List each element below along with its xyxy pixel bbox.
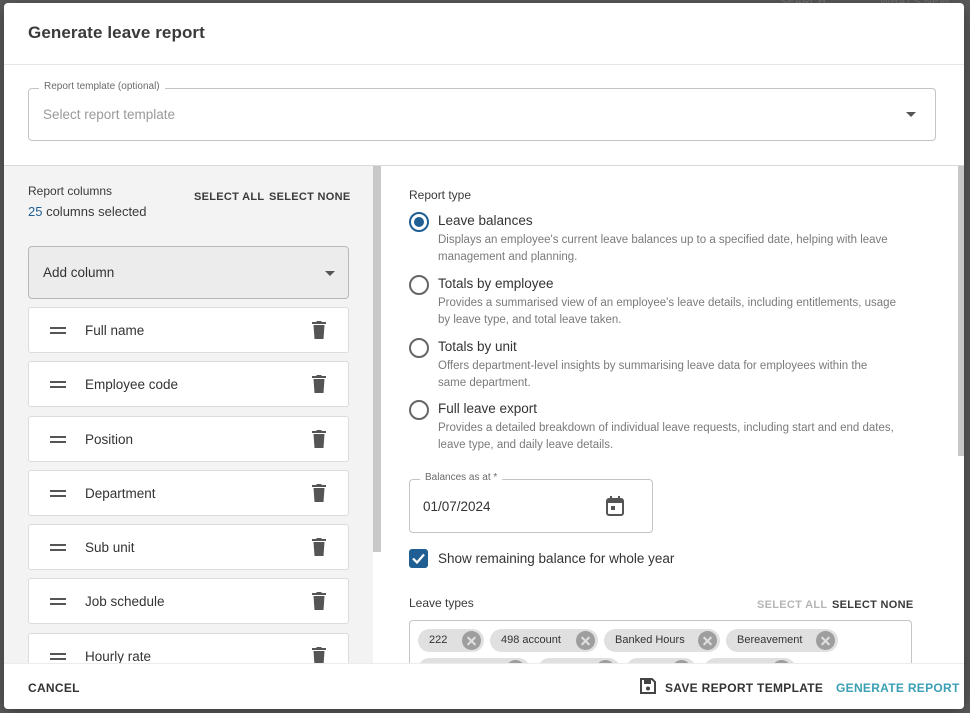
save-icon bbox=[640, 678, 656, 694]
dialog-title: Generate leave report bbox=[28, 23, 205, 42]
chevron-down-icon bbox=[906, 112, 916, 117]
close-icon[interactable] bbox=[576, 631, 595, 650]
check-icon bbox=[412, 553, 425, 565]
balances-as-at-label: Balances as at * bbox=[420, 472, 503, 483]
calendar-icon[interactable] bbox=[606, 496, 624, 516]
chip-label: 498 account bbox=[501, 634, 561, 646]
column-item-sub-unit[interactable]: Sub unit bbox=[28, 524, 349, 570]
column-item-department[interactable]: Department bbox=[28, 470, 349, 516]
columns-count-suffix: columns selected bbox=[42, 204, 147, 219]
radio-title: Full leave export bbox=[438, 401, 538, 416]
drag-handle-icon[interactable] bbox=[50, 436, 66, 444]
column-item-label: Department bbox=[85, 486, 156, 501]
cancel-button[interactable]: CANCEL bbox=[28, 681, 80, 695]
column-item-position[interactable]: Position bbox=[28, 416, 349, 462]
leave-types-select-all-button[interactable]: SELECT ALL bbox=[757, 599, 827, 611]
radio-title: Leave balances bbox=[438, 213, 533, 228]
radio-description: Displays an employee's current leave bal… bbox=[438, 234, 888, 263]
add-column-label: Add column bbox=[43, 265, 115, 280]
drag-handle-icon[interactable] bbox=[50, 598, 66, 606]
generate-leave-report-dialog: Generate leave report Report template (o… bbox=[4, 3, 964, 709]
save-report-template-button[interactable]: SAVE REPORT TEMPLATE bbox=[665, 681, 823, 695]
balances-as-at-value: 01/07/2024 bbox=[423, 499, 491, 514]
columns-select-all-button[interactable]: SELECT ALL bbox=[194, 191, 264, 203]
report-template-select[interactable]: Report template (optional) Select report… bbox=[28, 81, 936, 141]
columns-scrollbar[interactable] bbox=[373, 166, 381, 552]
column-item-hourly-rate[interactable]: Hourly rate bbox=[28, 633, 349, 663]
trash-icon[interactable] bbox=[312, 484, 326, 502]
columns-header: Report columns 25 columns selected bbox=[28, 184, 147, 219]
leave-types-select-none-button[interactable]: SELECT NONE bbox=[832, 599, 914, 611]
column-item-label: Job schedule bbox=[85, 594, 165, 609]
column-item-label: Full name bbox=[85, 323, 145, 338]
report-template-placeholder: Select report template bbox=[43, 107, 176, 122]
chip-498-account[interactable]: 498 account bbox=[490, 629, 598, 652]
chip-label: 222 bbox=[429, 634, 448, 646]
radio-title: Totals by unit bbox=[438, 339, 517, 354]
leave-types-label: Leave types bbox=[409, 596, 474, 610]
report-options-pane: Report type Leave balances Displays an e… bbox=[381, 166, 964, 663]
columns-count-number: 25 bbox=[28, 204, 43, 219]
trash-icon[interactable] bbox=[312, 321, 326, 339]
drag-handle-icon[interactable] bbox=[50, 327, 66, 335]
columns-title: Report columns bbox=[28, 184, 113, 198]
radio-button[interactable] bbox=[409, 400, 429, 420]
template-section: Report template (optional) Select report… bbox=[4, 65, 964, 166]
show-remaining-label: Show remaining balance for whole year bbox=[438, 551, 675, 566]
report-columns-pane: Report columns 25 columns selected SELEC… bbox=[4, 166, 373, 663]
radio-description: Provides a detailed breakdown of individ… bbox=[438, 422, 894, 451]
drag-handle-icon[interactable] bbox=[50, 490, 66, 498]
radio-button[interactable] bbox=[409, 275, 429, 295]
chevron-down-icon bbox=[325, 271, 335, 276]
column-item-label: Hourly rate bbox=[85, 649, 152, 663]
column-item-employee-code[interactable]: Employee code bbox=[28, 361, 349, 407]
close-icon[interactable] bbox=[698, 631, 717, 650]
column-item-job-schedule[interactable]: Job schedule bbox=[28, 578, 349, 624]
dialog-header: Generate leave report bbox=[4, 3, 964, 65]
column-item-full-name[interactable]: Full name bbox=[28, 307, 349, 353]
radio-button[interactable] bbox=[409, 338, 429, 358]
radio-description: Offers department-level insights by summ… bbox=[438, 360, 868, 389]
report-type-label: Report type bbox=[409, 188, 472, 202]
add-column-select[interactable]: Add column bbox=[28, 246, 349, 299]
leave-types-chips[interactable]: 222 498 account Banked Hours Bereavement bbox=[409, 620, 912, 663]
dialog-body: Report columns 25 columns selected SELEC… bbox=[4, 166, 964, 663]
column-item-label: Sub unit bbox=[85, 540, 135, 555]
trash-icon[interactable] bbox=[312, 375, 326, 393]
options-scrollbar[interactable] bbox=[958, 166, 964, 456]
chip-bereavement[interactable]: Bereavement bbox=[726, 629, 838, 652]
dialog-footer: CANCEL SAVE REPORT TEMPLATE GENERATE REP… bbox=[4, 663, 964, 709]
show-remaining-checkbox[interactable] bbox=[409, 549, 428, 568]
close-icon[interactable] bbox=[816, 631, 835, 650]
drag-handle-icon[interactable] bbox=[50, 544, 66, 552]
trash-icon[interactable] bbox=[312, 430, 326, 448]
radio-button[interactable] bbox=[409, 212, 429, 232]
close-icon[interactable] bbox=[462, 631, 481, 650]
trash-icon[interactable] bbox=[312, 647, 326, 663]
columns-select-none-button[interactable]: SELECT NONE bbox=[269, 191, 351, 203]
drag-handle-icon[interactable] bbox=[50, 653, 66, 661]
chip-label: Bereavement bbox=[737, 634, 803, 646]
chip-222[interactable]: 222 bbox=[418, 629, 484, 652]
radio-description: Provides a summarised view of an employe… bbox=[438, 297, 896, 326]
chip-label: Banked Hours bbox=[615, 634, 685, 646]
trash-icon[interactable] bbox=[312, 592, 326, 610]
drag-handle-icon[interactable] bbox=[50, 381, 66, 389]
report-template-label: Report template (optional) bbox=[39, 81, 165, 92]
radio-title: Totals by employee bbox=[438, 276, 554, 291]
column-item-label: Employee code bbox=[85, 377, 179, 392]
column-item-label: Position bbox=[85, 432, 134, 447]
balances-as-at-field[interactable]: Balances as at * 01/07/2024 bbox=[409, 472, 653, 533]
columns-selected-count: 25 columns selected bbox=[28, 204, 147, 219]
chip-banked-hours[interactable]: Banked Hours bbox=[604, 629, 720, 652]
generate-report-button[interactable]: GENERATE REPORT bbox=[836, 681, 960, 695]
trash-icon[interactable] bbox=[312, 538, 326, 556]
